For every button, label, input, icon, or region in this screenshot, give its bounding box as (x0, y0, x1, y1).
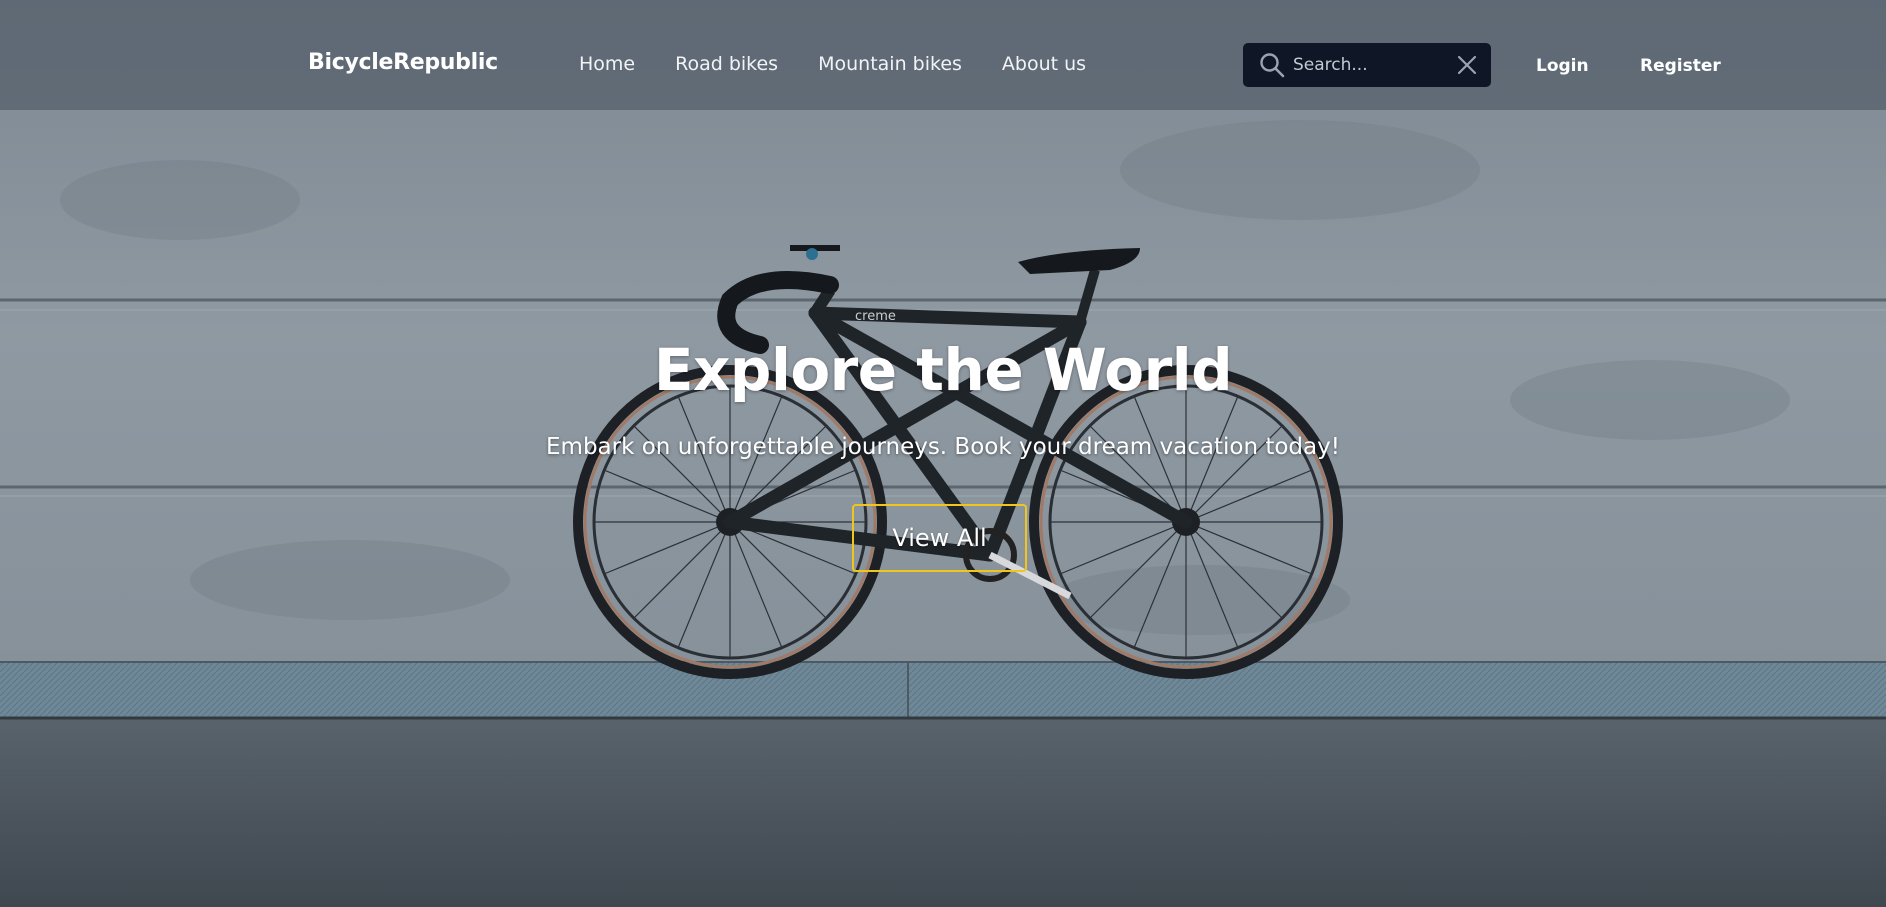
hero-section: creme BicycleRepublic Home Road bikes Mo… (0, 0, 1886, 907)
bike-brand-label: creme (855, 309, 896, 324)
view-all-button[interactable]: View All (852, 504, 1027, 572)
register-link[interactable]: Register (1640, 56, 1721, 76)
search-input[interactable] (1293, 43, 1443, 87)
brand-logo[interactable]: BicycleRepublic (308, 50, 498, 75)
nav-links: Home Road bikes Mountain bikes About us (579, 53, 1126, 75)
login-link[interactable]: Login (1536, 56, 1589, 76)
hero-subtitle: Embark on unforgettable journeys. Book y… (546, 434, 1340, 460)
search-icon (1260, 53, 1285, 78)
nav-link-about-us[interactable]: About us (1002, 53, 1086, 75)
nav-link-home[interactable]: Home (579, 53, 635, 75)
hero-title: Explore the World (653, 336, 1233, 404)
close-icon[interactable] (1457, 55, 1477, 75)
search-box (1243, 43, 1491, 87)
navbar: BicycleRepublic Home Road bikes Mountain… (0, 0, 1886, 110)
nav-link-road-bikes[interactable]: Road bikes (675, 53, 778, 75)
nav-link-mountain-bikes[interactable]: Mountain bikes (818, 53, 962, 75)
